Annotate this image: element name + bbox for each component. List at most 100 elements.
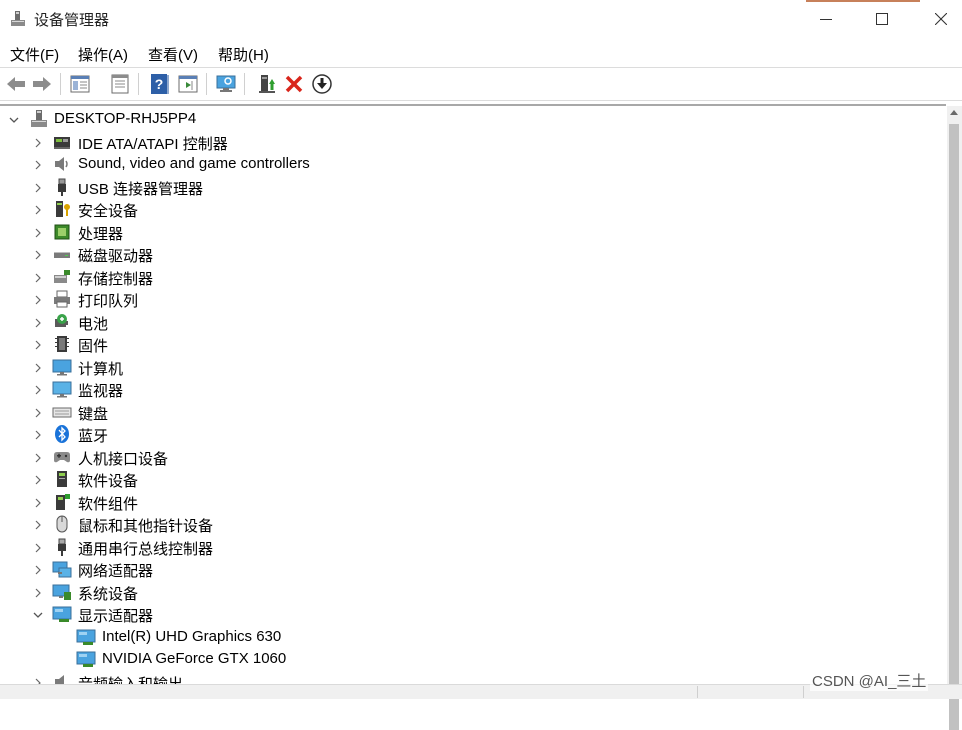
chevron-right-icon[interactable] [33,586,43,598]
tree-category-label: 系统设备 [78,585,139,603]
vertical-scrollbar[interactable] [947,106,962,730]
tree-category[interactable]: 安全设备 [0,198,946,220]
tree-category[interactable]: 显示适配器 [0,603,946,625]
tree-category[interactable]: 软件组件 [0,491,946,513]
chevron-down-icon[interactable] [9,113,19,125]
tree-category[interactable]: 键盘 [0,401,946,423]
maximize-button[interactable] [859,0,905,38]
chevron-right-icon[interactable] [33,181,43,193]
chevron-right-icon[interactable] [33,338,43,350]
chevron-right-icon[interactable] [33,406,43,418]
svg-text:?: ? [155,76,164,92]
tree-category-label: 固件 [78,338,109,355]
tree-category-label: 磁盘驱动器 [78,248,154,265]
scroll-thumb[interactable] [949,124,959,730]
disk-drive-icon [52,244,72,264]
usb-controller-icon [52,537,72,557]
tree-category[interactable]: 磁盘驱动器 [0,243,946,265]
tree-category[interactable]: 通用串行总线控制器 [0,536,946,558]
tree-category[interactable]: 打印队列 [0,288,946,310]
menu-action[interactable]: 操作(A) [78,44,128,65]
tree-root[interactable]: DESKTOP-RHJ5PP4 [0,108,946,130]
tree-device[interactable]: NVIDIA GeForce GTX 1060 [0,648,946,670]
display-adapter-icon [52,604,72,624]
action-pane-icon[interactable] [176,72,200,96]
chevron-right-icon[interactable] [33,226,43,238]
tree-device[interactable]: Intel(R) UHD Graphics 630 [0,626,946,648]
tree-category[interactable]: 蓝牙 [0,423,946,445]
tree-category[interactable]: Sound, video and game controllers [0,153,946,175]
chevron-right-icon[interactable] [33,316,43,328]
storage-controller-icon [52,267,72,287]
chevron-right-icon[interactable] [33,271,43,283]
tree-category[interactable]: 系统设备 [0,581,946,603]
hid-gamepad-icon [52,447,72,467]
scroll-up-icon[interactable] [950,110,958,115]
speaker-icon [52,154,72,174]
tree-category[interactable]: 软件设备 [0,468,946,490]
computer-monitor-icon [52,357,72,377]
minimize-button[interactable] [803,0,849,38]
menu-view[interactable]: 查看(V) [148,44,198,65]
tree-category[interactable]: 鼠标和其他指针设备 [0,513,946,535]
tree-device-label: NVIDIA GeForce GTX 1060 [102,650,287,667]
network-adapter-icon [52,559,72,579]
tree-category-label: 键盘 [78,405,109,423]
forward-arrow-icon[interactable] [30,72,54,96]
chevron-down-icon[interactable] [33,608,43,620]
chevron-right-icon[interactable] [33,361,43,373]
printer-icon [52,289,72,309]
tree-category-label: 人机接口设备 [78,450,169,468]
chevron-right-icon[interactable] [33,541,43,553]
tree-category[interactable]: 处理器 [0,221,946,243]
tree-category-label: 通用串行总线控制器 [78,540,214,558]
keyboard-icon [52,402,72,422]
mouse-icon [52,514,72,534]
scan-hardware-changes-icon[interactable] [214,72,238,96]
chevron-right-icon[interactable] [33,203,43,215]
tree-category[interactable]: 监视器 [0,378,946,400]
software-component-icon [52,492,72,512]
tree-category[interactable]: 计算机 [0,356,946,378]
status-divider [697,686,698,698]
chevron-right-icon[interactable] [33,473,43,485]
tree-category-label: IDE ATA/ATAPI 控制器 [78,135,228,153]
tree-category-label: 软件组件 [78,495,139,513]
chevron-right-icon[interactable] [33,563,43,575]
chevron-right-icon[interactable] [33,383,43,395]
close-button[interactable] [918,0,962,38]
cpu-chip-icon [52,222,72,242]
chevron-right-icon[interactable] [33,248,43,260]
tree-category[interactable]: IDE ATA/ATAPI 控制器 [0,131,946,153]
properties-icon[interactable] [108,72,132,96]
tree-category[interactable]: 固件 [0,333,946,355]
chevron-right-icon[interactable] [33,451,43,463]
tree-category-label: 蓝牙 [78,428,109,445]
tree-category-label: 打印队列 [78,293,139,310]
security-key-icon [52,199,72,219]
tree-category[interactable]: 网络适配器 [0,558,946,580]
tree-category-label: 网络适配器 [78,563,154,580]
menu-help[interactable]: 帮助(H) [218,44,269,65]
download-driver-icon[interactable] [310,72,334,96]
chevron-right-icon[interactable] [33,496,43,508]
chevron-right-icon[interactable] [33,518,43,530]
help-icon[interactable]: ? [148,72,172,96]
chevron-right-icon[interactable] [33,293,43,305]
display-adapter-icon [76,649,96,669]
update-driver-icon[interactable] [254,72,278,96]
tree-category[interactable]: 人机接口设备 [0,446,946,468]
tree-category[interactable]: 电池 [0,311,946,333]
chevron-right-icon[interactable] [33,136,43,148]
show-hide-console-tree-icon[interactable] [68,72,92,96]
uninstall-device-icon[interactable] [282,72,306,96]
tree-category[interactable]: 存储控制器 [0,266,946,288]
watermark: CSDN @AI_三土 [810,670,929,691]
back-arrow-icon[interactable] [4,72,28,96]
chevron-right-icon[interactable] [33,428,43,440]
menu-file[interactable]: 文件(F) [10,44,59,65]
chevron-right-icon[interactable] [33,158,43,170]
ide-controller-icon [52,132,72,152]
usb-plug-icon [52,177,72,197]
tree-category[interactable]: USB 连接器管理器 [0,176,946,198]
